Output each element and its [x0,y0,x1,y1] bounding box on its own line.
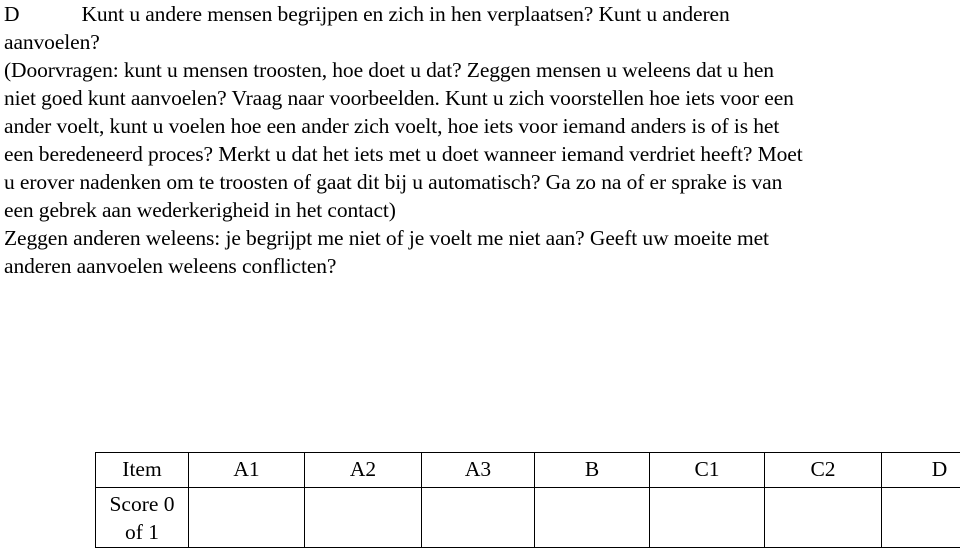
score-table-container: Item A1 A2 A3 B C1 C2 D Score 0 of 1 [95,452,960,548]
question-line-10: anderen aanvoelen weleens conflicten? [4,254,337,278]
table-header-item: Item [95,452,189,488]
table-row: Score 0 of 1 [95,487,960,548]
table-header-b: B [534,452,650,488]
question-line-3: (Doorvragen: kunt u mensen troosten, hoe… [4,58,774,82]
question-line-1: D Kunt u andere mensen begrijpen en zich … [4,0,948,28]
score-label-line-1: Score 0 [109,492,175,516]
question-line-9: Zeggen anderen weleens: je begrijpt me n… [4,226,769,250]
score-cell-a2[interactable] [304,487,422,548]
table-header-d: D [881,452,960,488]
question-line-6: een beredeneerd proces? Merkt u dat het … [4,142,803,166]
score-cell-a3[interactable] [421,487,535,548]
score-cell-b[interactable] [534,487,650,548]
table-header-c2: C2 [764,452,882,488]
question-line-1-text: Kunt u andere mensen begrijpen en zich i… [81,2,730,26]
question-letter: D [4,2,20,26]
score-cell-d[interactable] [881,487,960,548]
score-cell-a1[interactable] [188,487,305,548]
score-label-cell: Score 0 of 1 [95,487,189,548]
table-header-a3: A3 [421,452,535,488]
score-cell-c2[interactable] [764,487,882,548]
question-text-block: D Kunt u andere mensen begrijpen en zich … [4,0,948,280]
question-line-5: ander voelt, kunt u voelen hoe een ander… [4,114,780,138]
question-line-2: aanvoelen? [4,30,100,54]
question-line-8: een gebrek aan wederkerigheid in het con… [4,198,396,222]
score-label-line-2: of 1 [124,520,160,544]
table-header-a2: A2 [304,452,422,488]
score-cell-c1[interactable] [649,487,765,548]
score-table: Item A1 A2 A3 B C1 C2 D Score 0 of 1 [95,452,960,548]
table-header-row: Item A1 A2 A3 B C1 C2 D [95,452,960,488]
question-line-4: niet goed kunt aanvoelen? Vraag naar voo… [4,86,794,110]
table-header-a1: A1 [188,452,305,488]
question-line-7: u erover nadenken om te troosten of gaat… [4,170,783,194]
table-header-c1: C1 [649,452,765,488]
